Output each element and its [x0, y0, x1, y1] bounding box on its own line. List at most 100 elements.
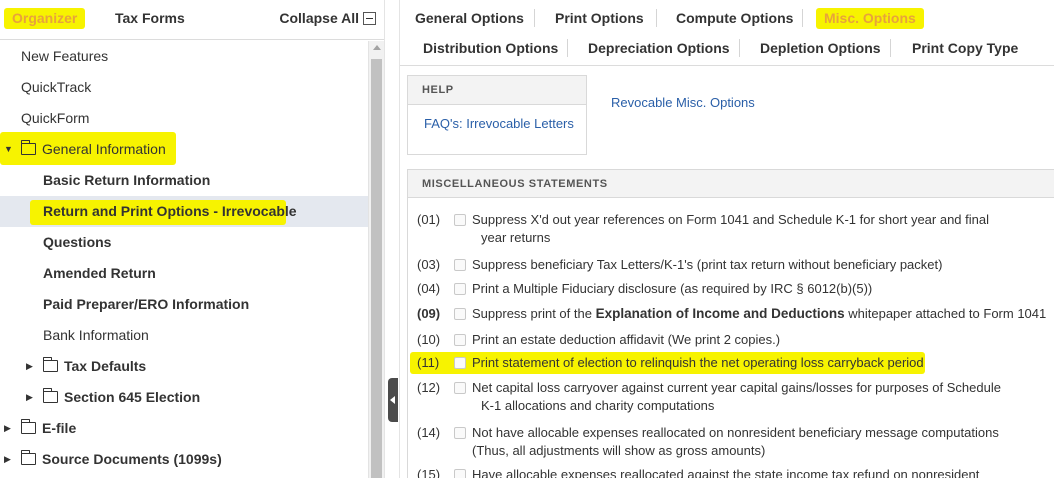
tree-item-label: Return and Print Options - Irrevocable	[43, 203, 297, 219]
statement-line: Suppress X'd out year references on Form…	[472, 212, 989, 227]
collapse-all-button[interactable]: Collapse All	[279, 10, 376, 26]
statement-checkbox[interactable]	[454, 308, 466, 320]
tree-item-label: QuickForm	[21, 110, 90, 126]
collapse-minus-icon	[363, 11, 376, 25]
help-header: HELP	[408, 76, 586, 105]
revocable-misc-options-link[interactable]: Revocable Misc. Options	[611, 95, 755, 110]
left-pane-header: Organizer Tax Forms Collapse All	[0, 0, 384, 40]
tree-item-return-and-print-options[interactable]: Return and Print Options - Irrevocable	[0, 196, 368, 227]
tree-item-paid-preparer[interactable]: Paid Preparer/ERO Information	[0, 289, 368, 320]
folder-icon	[20, 450, 36, 465]
tab-compute-options[interactable]: Compute Options	[676, 10, 793, 26]
collapsed-caret-icon[interactable]: ▶	[26, 382, 33, 413]
folder-icon	[20, 419, 36, 434]
statement-text: Not have allocable expenses reallocated …	[472, 424, 1052, 460]
statement-number: (04)	[417, 281, 441, 296]
tree-item-quicktrack[interactable]: QuickTrack	[0, 72, 368, 103]
tree-item-section-645-election[interactable]: ▶ Section 645 Election	[0, 382, 368, 413]
tree-item-general-information[interactable]: ▼ General Information	[0, 132, 368, 165]
statement-line: K-1 allocations and charity computations	[481, 398, 715, 413]
folder-icon	[20, 140, 36, 155]
statement-text: Suppress print of the Explanation of Inc…	[472, 305, 1052, 323]
statement-checkbox[interactable]	[454, 334, 466, 346]
statement-line: (Thus, all adjustments will show as gros…	[472, 443, 766, 458]
collapsed-caret-icon[interactable]: ▶	[26, 351, 33, 382]
statement-checkbox[interactable]	[454, 357, 466, 369]
tree-item-label: Source Documents (1099s)	[42, 451, 222, 467]
tab-divider	[534, 9, 535, 27]
tree-scrollbar[interactable]	[368, 41, 384, 478]
statement-checkbox[interactable]	[454, 259, 466, 271]
tree-item-questions[interactable]: Questions	[0, 227, 368, 258]
statement-number: (09)	[417, 306, 441, 321]
tab-print-copy-type[interactable]: Print Copy Type	[912, 40, 1018, 56]
tree-item-label: New Features	[21, 48, 109, 64]
help-panel: HELP FAQ's: Irrevocable Letters	[407, 75, 587, 155]
statement-text: Print an estate deduction affidavit (We …	[472, 332, 781, 347]
tab-divider	[739, 39, 740, 57]
tree-item-label: Bank Information	[43, 327, 149, 343]
organizer-pane: Organizer Tax Forms Collapse All New Fea…	[0, 0, 384, 478]
tab-depletion-options[interactable]: Depletion Options	[760, 40, 881, 56]
tab-print-options[interactable]: Print Options	[555, 10, 644, 26]
statement-text: Print a Multiple Fiduciary disclosure (a…	[472, 281, 873, 296]
statement-checkbox[interactable]	[454, 214, 466, 226]
tree-item-label: Amended Return	[43, 265, 156, 281]
tab-divider	[656, 9, 657, 27]
statement-number: (03)	[417, 257, 441, 272]
tab-depreciation-options[interactable]: Depreciation Options	[588, 40, 730, 56]
expanded-caret-icon[interactable]: ▼	[4, 134, 13, 165]
statement-text: Have allocable expenses reallocated agai…	[472, 467, 980, 478]
tree-item-label: Tax Defaults	[64, 358, 147, 374]
tab-distribution-options[interactable]: Distribution Options	[423, 40, 558, 56]
statement-checkbox[interactable]	[454, 283, 466, 295]
scrollbar-thumb[interactable]	[371, 59, 382, 478]
statement-checkbox[interactable]	[454, 469, 466, 478]
statement-line: year returns	[481, 230, 551, 245]
statement-text: Net capital loss carryover against curre…	[472, 379, 1052, 415]
organizer-tree: New Features QuickTrack QuickForm ▼ Gene…	[0, 41, 368, 478]
options-tab-bar: General Options Print Options Compute Op…	[400, 0, 1054, 66]
statement-line: Not have allocable expenses reallocated …	[472, 425, 999, 440]
statement-number: (14)	[417, 425, 441, 440]
tab-misc-options[interactable]: Misc. Options	[816, 8, 924, 29]
tree-item-e-file[interactable]: ▶ E-file	[0, 413, 368, 444]
tree-item-label: Paid Preparer/ERO Information	[43, 296, 250, 312]
statement-text: Suppress X'd out year references on Form…	[472, 211, 1052, 247]
collapse-pane-handle[interactable]	[388, 378, 398, 422]
collapsed-caret-icon[interactable]: ▶	[4, 444, 11, 475]
statement-text: Print statement of election to relinquis…	[472, 355, 924, 370]
tree-item-amended-return[interactable]: Amended Return	[0, 258, 368, 289]
tree-item-bank-information[interactable]: Bank Information	[0, 320, 368, 351]
collapsed-caret-icon[interactable]: ▶	[4, 413, 11, 444]
tab-tax-forms[interactable]: Tax Forms	[115, 10, 185, 26]
statement-checkbox[interactable]	[454, 382, 466, 394]
explanation-whitepaper-title: Explanation of Income and Deductions	[595, 306, 845, 321]
statement-number: (10)	[417, 332, 441, 347]
collapse-all-label: Collapse All	[279, 10, 359, 26]
tab-general-options[interactable]: General Options	[415, 10, 524, 26]
tree-item-new-features[interactable]: New Features	[0, 41, 368, 72]
faq-irrevocable-letters-link[interactable]: FAQ's: Irrevocable Letters	[424, 116, 574, 131]
tree-item-label: QuickTrack	[21, 79, 92, 95]
tree-item-label: Section 645 Election	[64, 389, 201, 405]
statement-text-pre: Suppress print of the	[472, 306, 596, 321]
statement-line: Net capital loss carryover against curre…	[472, 380, 1001, 395]
tab-divider	[802, 9, 803, 27]
statement-number: (11)	[417, 355, 440, 370]
tree-item-quickform[interactable]: QuickForm	[0, 103, 368, 134]
tree-item-basic-return-information[interactable]: Basic Return Information	[0, 165, 368, 196]
tree-item-label: Questions	[43, 234, 112, 250]
misc-statements-header: MISCELLANEOUS STATEMENTS	[408, 170, 1054, 198]
statement-checkbox[interactable]	[454, 427, 466, 439]
tab-divider	[567, 39, 568, 57]
tree-item-tax-defaults[interactable]: ▶ Tax Defaults	[0, 351, 368, 382]
tab-organizer[interactable]: Organizer	[4, 8, 86, 29]
options-pane: General Options Print Options Compute Op…	[400, 0, 1054, 478]
folder-icon	[42, 357, 58, 372]
tree-item-source-documents[interactable]: ▶ Source Documents (1099s)	[0, 444, 368, 475]
statement-number: (12)	[417, 380, 441, 395]
statement-text-post: whitepaper attached to Form 1041	[848, 306, 1047, 321]
scroll-up-icon[interactable]	[373, 45, 381, 50]
tree-item-label: General Information	[42, 141, 166, 157]
